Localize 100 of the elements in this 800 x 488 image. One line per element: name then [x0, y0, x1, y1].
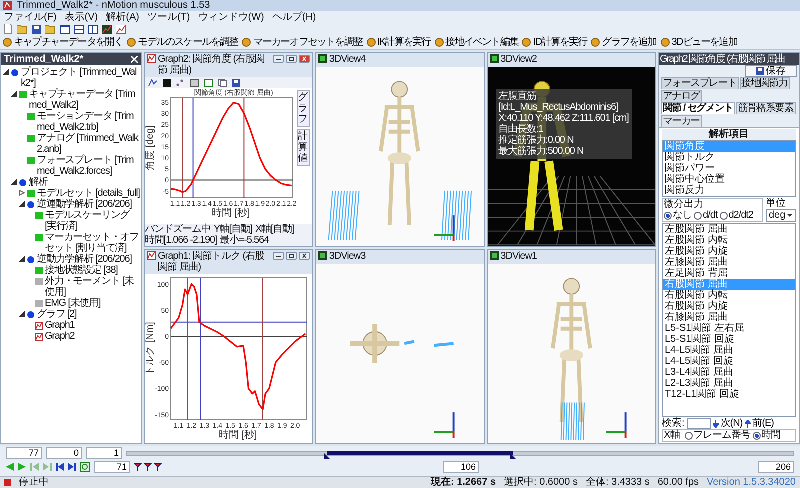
- radio-option[interactable]: d2/dt2: [720, 210, 754, 221]
- menu-item[interactable]: 解析(A): [106, 12, 140, 22]
- range-start-field[interactable]: 106: [443, 461, 479, 473]
- expander-icon[interactable]: [19, 256, 25, 262]
- list-item[interactable]: L5-S1関節 回旋: [663, 334, 795, 345]
- cursor-line[interactable]: [182, 98, 184, 198]
- tree-item[interactable]: モデルスケーリング [実行済]: [45, 210, 141, 232]
- minimize-icon[interactable]: [273, 55, 284, 63]
- expander-icon[interactable]: [19, 190, 25, 196]
- menu-item[interactable]: ヘルプ(H): [272, 12, 316, 22]
- tab[interactable]: 筋骨格系要素: [736, 102, 796, 114]
- tab[interactable]: 関節 / セグメント: [661, 102, 736, 114]
- expander-icon[interactable]: [19, 311, 25, 317]
- list-item[interactable]: 右股関節 内旋: [663, 301, 795, 312]
- range-end-field[interactable]: 206: [758, 461, 794, 473]
- list-item[interactable]: L2-L3関節 屈曲: [663, 378, 795, 389]
- list-item[interactable]: L5-S1関節 左右屈: [663, 323, 795, 334]
- side-tab[interactable]: グラフ: [297, 90, 310, 127]
- list-item[interactable]: L4-L5関節 屈曲: [663, 345, 795, 356]
- offset-spinner[interactable]: 0: [46, 447, 82, 459]
- cursor-line[interactable]: [262, 278, 264, 420]
- menu-item[interactable]: ウィンドウ(W): [198, 12, 264, 22]
- search-field[interactable]: [686, 418, 711, 429]
- side-tab[interactable]: 計算値: [297, 129, 310, 166]
- menu-item[interactable]: 表示(V): [64, 12, 98, 22]
- frame-field[interactable]: 77: [6, 447, 42, 459]
- radio-option[interactable]: 時間: [752, 430, 781, 441]
- save-icon[interactable]: [232, 78, 240, 86]
- cursor-line[interactable]: [200, 278, 202, 420]
- loop-icon[interactable]: [80, 462, 90, 472]
- tree-item[interactable]: 解析: [29, 177, 48, 188]
- toolbar-action-button[interactable]: IK計算を実行: [366, 36, 432, 48]
- list-item[interactable]: 右股関節 内転: [663, 290, 795, 301]
- expander-icon[interactable]: [19, 201, 25, 207]
- tab[interactable]: 接地関節力: [740, 77, 790, 89]
- expander-icon[interactable]: [11, 179, 17, 185]
- list-item[interactable]: 左足関節 背屈: [663, 268, 795, 279]
- list-item[interactable]: 左股関節 屈曲: [663, 224, 795, 235]
- grid-icon[interactable]: [190, 78, 199, 86]
- radio-option[interactable]: d/dt: [694, 210, 718, 221]
- list-item[interactable]: 左膝関節 屈曲: [663, 257, 795, 268]
- expander-icon[interactable]: [11, 91, 17, 97]
- list-item[interactable]: 右膝関節 屈曲: [663, 312, 795, 323]
- maximize-icon[interactable]: [286, 252, 298, 260]
- expander-icon[interactable]: [3, 69, 9, 75]
- tree-item[interactable]: 逆動力学解析 [206/206]: [37, 254, 132, 265]
- tree-item[interactable]: Graph2: [45, 331, 75, 342]
- tab[interactable]: アナログ: [661, 90, 702, 102]
- radio-option[interactable]: フレーム番号: [684, 430, 751, 441]
- list-item[interactable]: 左股関節 内転: [663, 235, 795, 246]
- cursor-line[interactable]: [192, 98, 194, 198]
- toolbar-action-button[interactable]: 接地イベント編集: [434, 36, 520, 48]
- list-item[interactable]: 関節中心位置: [663, 174, 795, 185]
- cursor-line[interactable]: [244, 98, 245, 198]
- step-field[interactable]: 1: [86, 447, 122, 459]
- table-icon[interactable]: [204, 78, 213, 86]
- radio-option[interactable]: なし: [664, 210, 692, 221]
- windows-icon[interactable]: [60, 24, 70, 34]
- toolbar-action-button[interactable]: ID計算を実行: [521, 36, 588, 48]
- save-button[interactable]: 保存: [745, 65, 797, 77]
- range-end-handle[interactable]: [510, 452, 516, 458]
- scatter-icon[interactable]: [176, 78, 185, 86]
- chart-icon[interactable]: [102, 24, 112, 34]
- color-icon[interactable]: [163, 78, 171, 86]
- toolbar-action-button[interactable]: 3Dビューを追加: [660, 36, 738, 48]
- go-start-icon[interactable]: [56, 463, 64, 471]
- tree-item[interactable]: フォースプレート [Trimmed_Walk2.forces]: [37, 155, 141, 177]
- tree-item[interactable]: 逆運動学解析 [206/206]: [37, 199, 132, 210]
- marker-icon[interactable]: [134, 463, 164, 471]
- save-icon[interactable]: [32, 24, 41, 34]
- tab[interactable]: マーカー: [661, 115, 702, 127]
- copy-icon[interactable]: [218, 78, 227, 86]
- tile-vertical-icon[interactable]: [88, 24, 98, 34]
- tree-item[interactable]: グラフ [2]: [37, 309, 77, 320]
- list-item[interactable]: 関節反力: [663, 185, 795, 196]
- tile-horizontal-icon[interactable]: [74, 24, 84, 34]
- maximize-icon[interactable]: [286, 55, 298, 63]
- tree-item[interactable]: アナログ [Trimmed_Walk2.anb]: [37, 133, 141, 155]
- close-icon[interactable]: [299, 55, 310, 63]
- tree-item[interactable]: キャプチャーデータ [Trimmed_Walk2]: [29, 89, 141, 111]
- tree-item[interactable]: 外力・モーメント [未使用]: [45, 276, 141, 298]
- minimize-icon[interactable]: [273, 252, 284, 260]
- tree-item[interactable]: マーカーセット・オフセット [割り当て済]: [45, 232, 141, 254]
- 3d-viewport[interactable]: 左腹直筋 [Id:L_Mus_RectusAbdominis6] X:40.110 Y:48.462 Z:111.601 [cm] 自由長数:1 推定筋張力:0.00 N 最大筋張力:500.00 N: [488, 67, 655, 246]
- toolbar-action-button[interactable]: キャプチャーデータを開く: [2, 36, 124, 48]
- cursor-line[interactable]: [187, 278, 188, 420]
- list-item[interactable]: L4-L5関節 回旋: [663, 356, 795, 367]
- tree-item[interactable]: Graph1: [45, 320, 75, 331]
- list-item[interactable]: L3-L4関節 屈曲: [663, 367, 795, 378]
- previous-button[interactable]: 前(E): [744, 418, 774, 429]
- toolbar-action-button[interactable]: グラフを追加: [590, 36, 658, 48]
- tree-item[interactable]: モーションデータ [Trimmed_Walk2.trb]: [37, 111, 141, 133]
- tree-item[interactable]: 接地状態設定 [38]: [45, 265, 118, 276]
- menu-item[interactable]: ツール(T): [147, 12, 190, 22]
- tree-item[interactable]: モデルセット [details_full]: [37, 188, 140, 199]
- range-start-handle[interactable]: [324, 452, 330, 458]
- tab[interactable]: フォースプレート: [661, 77, 739, 89]
- toolbar-action-button[interactable]: モデルのスケールを調整: [126, 36, 240, 48]
- list-item[interactable]: 関節パワー: [663, 163, 795, 174]
- unit-dropdown[interactable]: deg: [766, 209, 796, 222]
